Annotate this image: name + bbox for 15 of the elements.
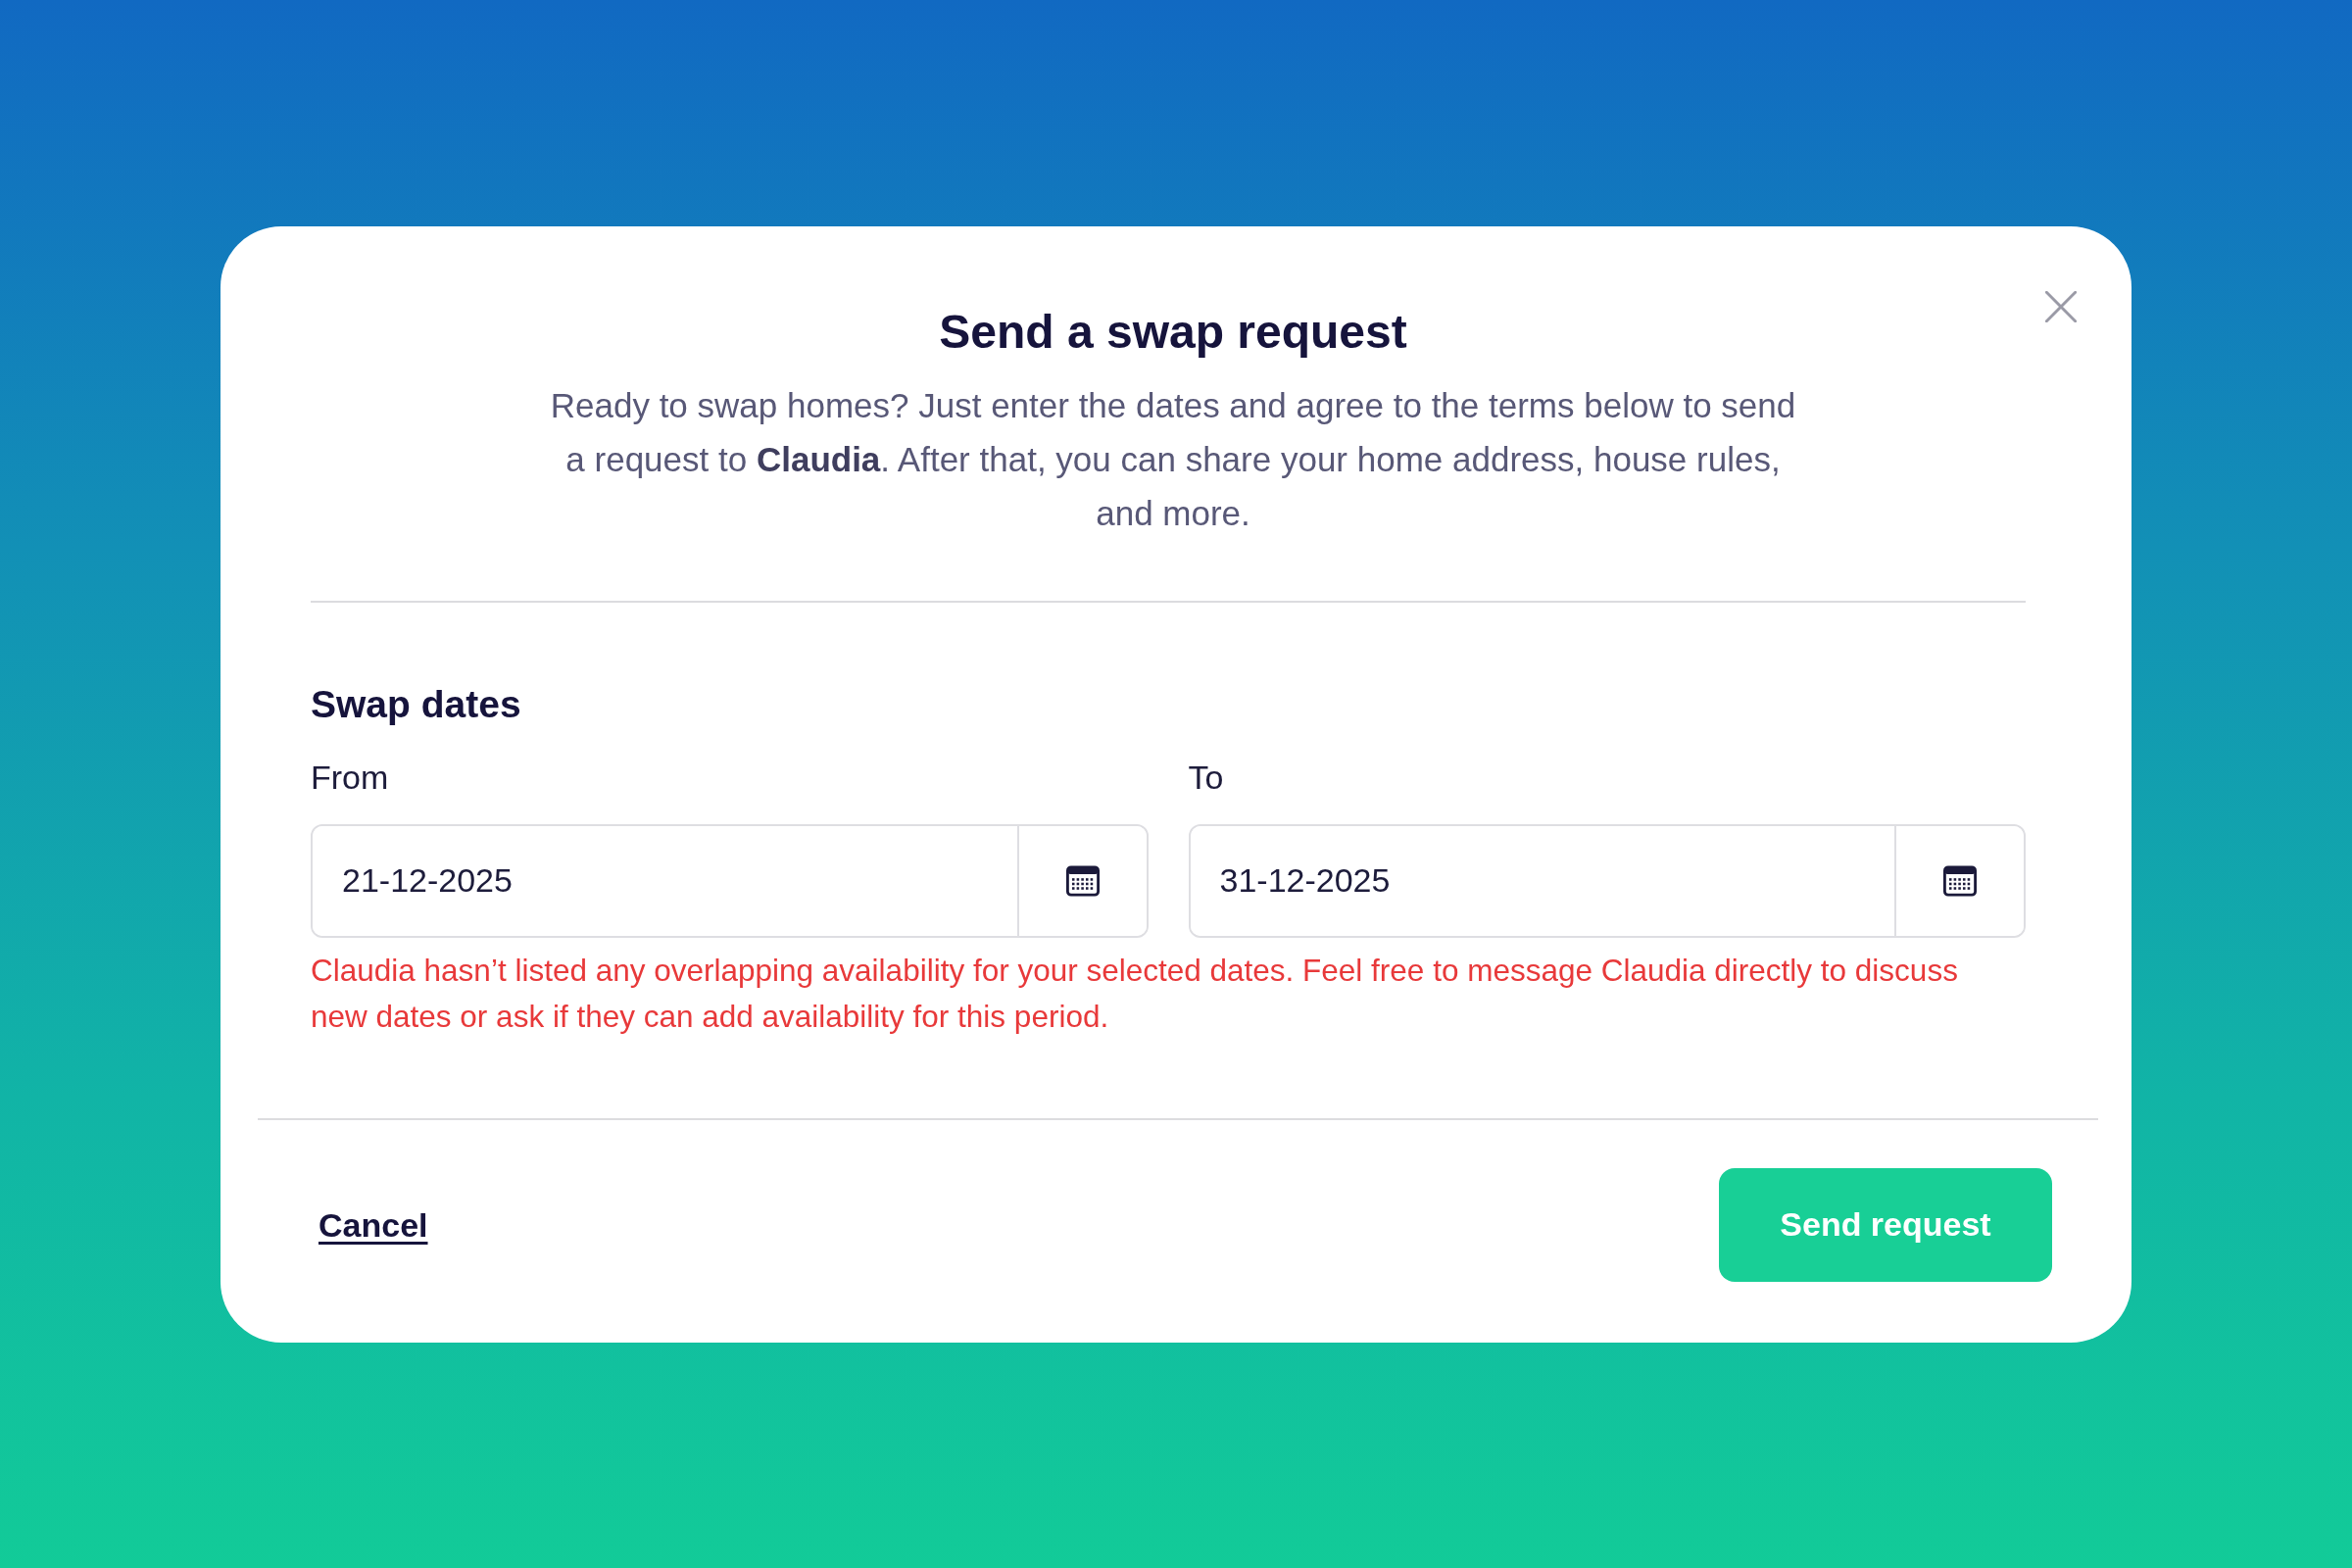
- calendar-button[interactable]: [1016, 825, 1147, 936]
- close-button[interactable]: [2044, 289, 2078, 323]
- dialog-description: Ready to swap homes? Just enter the dates and agree to the terms below to send a request to Claudia. After that, you can share your home address, house rules, and more.: [549, 384, 1797, 534]
- error-message: Claudia hasn’t listed any overlapping availability for your selected dates. Feel free to message Claudia directly to discuss new dates or ask if they can add availability for this period.: [311, 951, 1959, 1036]
- calendar-icon: [1065, 863, 1100, 898]
- dialog-title: Send a swap request: [939, 304, 1407, 360]
- calendar-icon: [1943, 863, 1977, 898]
- field-label: From: [311, 757, 390, 797]
- date-field[interactable]: 31-12-2025: [1188, 823, 2026, 938]
- close-icon: [2045, 290, 2077, 322]
- field-label: To: [1188, 757, 1225, 797]
- date-field[interactable]: 21-12-2025: [311, 823, 1149, 938]
- calendar-button[interactable]: [1894, 825, 2024, 936]
- section-heading: Swap dates: [311, 682, 522, 726]
- cancel-link[interactable]: Cancel: [318, 1204, 428, 1245]
